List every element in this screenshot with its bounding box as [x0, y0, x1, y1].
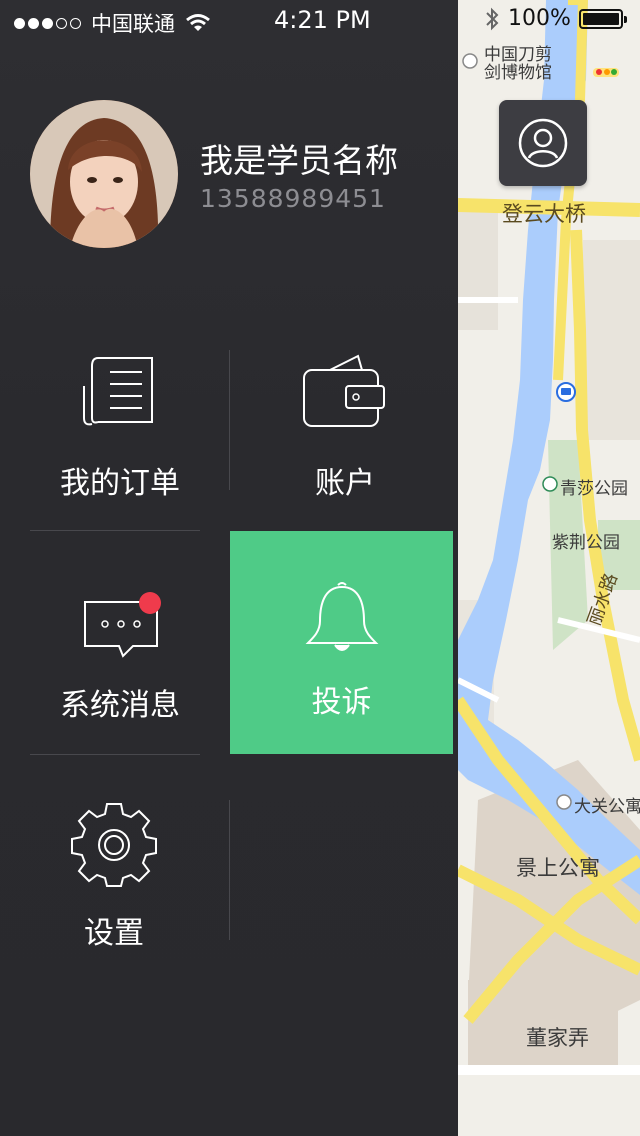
menu-item-complaint[interactable]: 投诉	[230, 531, 453, 754]
map-label-apartment: 大关公寓	[574, 797, 640, 817]
signal-dot	[42, 17, 53, 29]
grid-divider	[30, 754, 200, 755]
map-label-apartment: 景上公寓	[516, 856, 600, 880]
signal-dot	[70, 17, 81, 29]
bluetooth-icon	[486, 7, 499, 30]
menu-item-label: 设置	[84, 916, 144, 951]
menu-item-label: 系统消息	[60, 688, 180, 723]
status-right: 100%	[484, 6, 627, 31]
grid-divider	[30, 530, 200, 531]
map-label-lane: 董家弄	[526, 1026, 589, 1050]
user-icon	[518, 118, 568, 168]
document-icon	[83, 357, 153, 426]
signal-dot	[28, 17, 39, 29]
signal-strength-icon	[14, 17, 81, 29]
battery-percentage: 100%	[508, 6, 571, 31]
map-label-park: 青莎公园	[560, 479, 628, 499]
menu-item-label: 投诉	[311, 685, 372, 720]
avatar-photo	[30, 100, 178, 248]
side-drawer: 我是学员名称 13588989451 我的订单 账户 系统消息 投诉 设置	[0, 0, 458, 1136]
wifi-icon	[186, 14, 210, 31]
message-icon-wrap	[75, 576, 165, 660]
carrier-name: 中国联通	[91, 12, 175, 36]
menu-item-orders[interactable]: 我的订单	[30, 340, 210, 520]
signal-dot	[14, 17, 25, 29]
battery-icon	[578, 8, 627, 29]
unread-badge	[139, 592, 161, 614]
message-icon	[84, 601, 158, 658]
profile-phone: 13588989451	[200, 184, 386, 213]
bell-icon	[305, 582, 378, 651]
signal-dot	[56, 17, 67, 29]
user-center-button[interactable]	[499, 100, 587, 186]
menu-item-label: 账户	[315, 466, 375, 501]
gear-icon	[71, 803, 157, 887]
map-label-museum: 剑博物馆	[484, 63, 552, 83]
wallet-icon	[303, 354, 385, 427]
status-left: 中国联通	[14, 8, 211, 38]
menu-item-messages[interactable]: 系统消息	[30, 560, 210, 740]
menu-item-account[interactable]: 账户	[250, 340, 440, 520]
status-time: 4:21 PM	[274, 6, 371, 34]
map-label-park: 紫荆公园	[552, 533, 620, 553]
grid-divider	[229, 350, 230, 490]
profile-name: 我是学员名称	[200, 141, 398, 180]
menu-item-settings[interactable]: 设置	[24, 790, 204, 970]
menu-item-label: 我的订单	[60, 466, 180, 501]
map-label-bridge: 登云大桥	[502, 202, 586, 226]
grid-divider	[229, 800, 230, 940]
avatar[interactable]	[30, 100, 178, 248]
status-bar: 中国联通 4:21 PM 100%	[0, 0, 640, 40]
